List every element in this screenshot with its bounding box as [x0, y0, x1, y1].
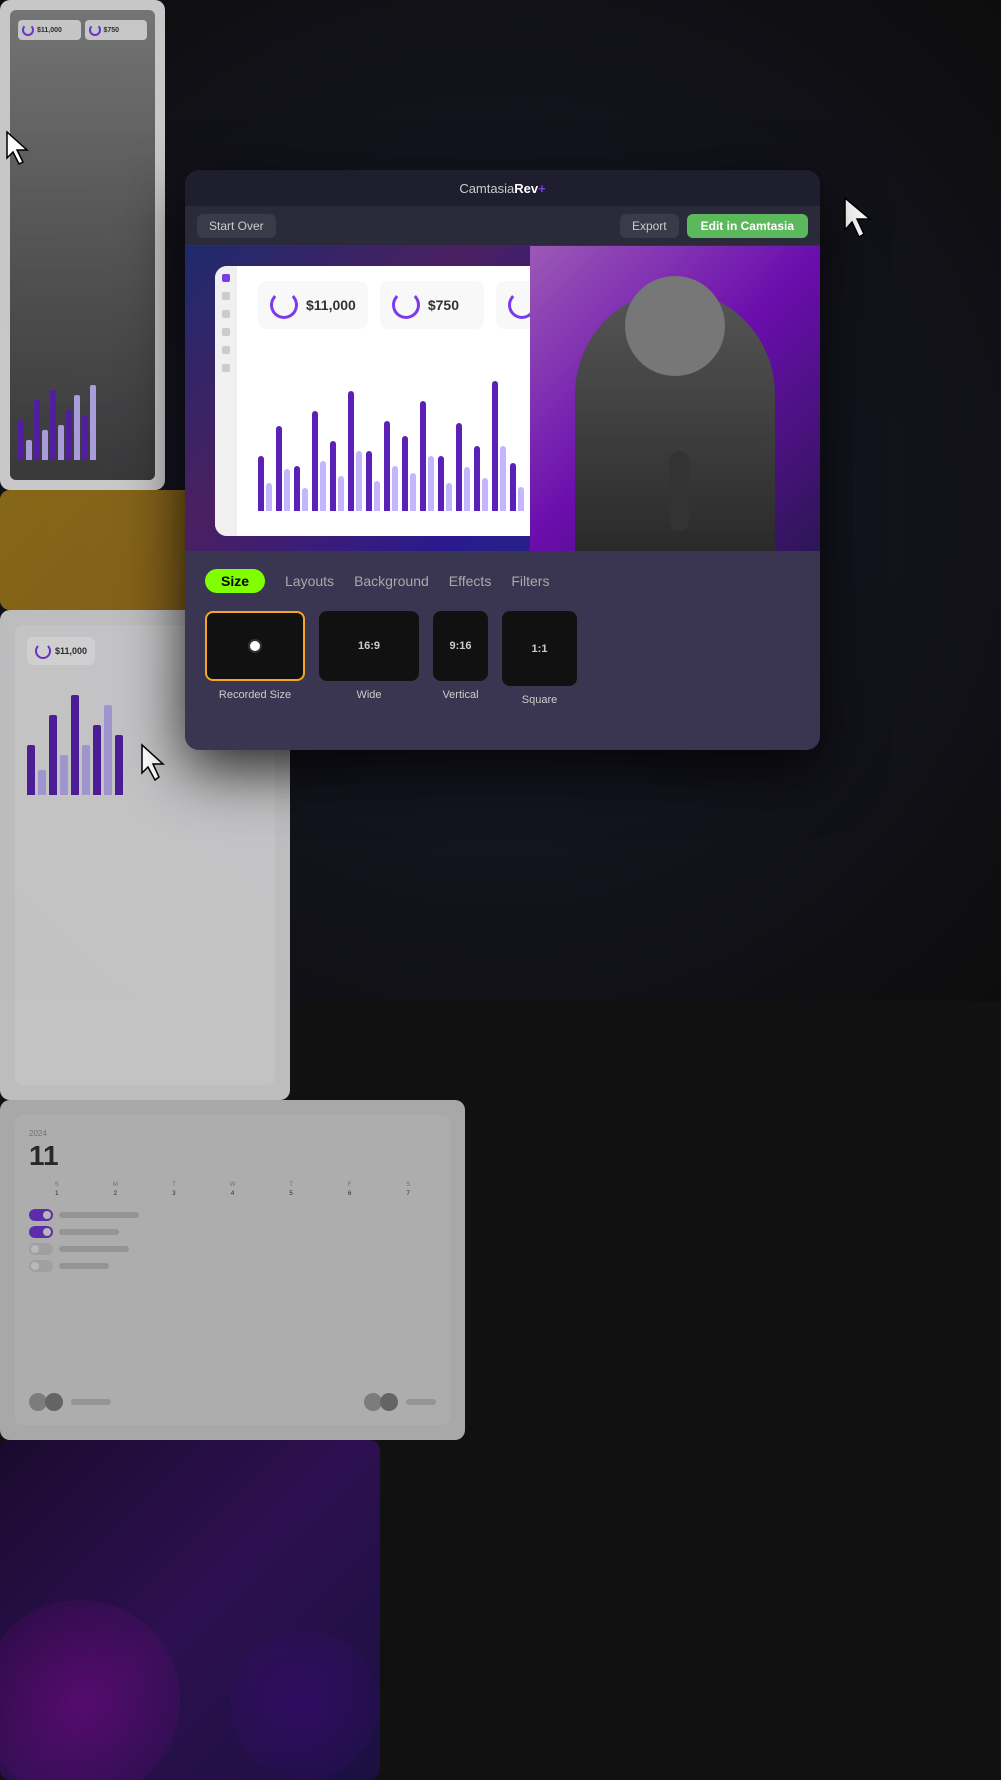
size-thumbnail-wide[interactable]: 16:9: [319, 611, 419, 681]
stat-ring-1: [270, 291, 298, 319]
cursor-arrow-top-left: [5, 130, 33, 171]
edit-in-camtasia-button[interactable]: Edit in Camtasia: [687, 214, 808, 238]
title-camtasia: Camtasia: [459, 181, 514, 196]
sidebar-icon-5: [222, 346, 230, 354]
size-ratio-vertical: 9:16: [449, 640, 471, 652]
bg-card-bottom-right: [0, 1440, 380, 1780]
stat-card-1: $11,000: [258, 281, 368, 329]
sidebar-icon-6: [222, 364, 230, 372]
tab-layouts[interactable]: Layouts: [285, 569, 334, 593]
tab-background[interactable]: Background: [354, 569, 429, 593]
sidebar-icon-home: [222, 274, 230, 282]
toolbar-right: Export Edit in Camtasia: [620, 214, 808, 238]
tab-size[interactable]: Size: [205, 569, 265, 593]
size-option-square[interactable]: 1:1 Square: [502, 611, 577, 706]
size-ratio-wide: 16:9: [358, 640, 380, 652]
main-window: CamtasiaRev+ Start Over Export Edit in C…: [185, 170, 820, 750]
size-thumbnail-recorded[interactable]: [205, 611, 305, 681]
size-option-vertical[interactable]: 9:16 Vertical: [433, 611, 488, 706]
size-label-vertical: Vertical: [442, 689, 478, 701]
controls-panel: Size Layouts Background Effects Filters …: [185, 551, 820, 750]
sidebar-icon-4: [222, 328, 230, 336]
preview-area: $11,000 $750: [185, 246, 820, 551]
size-thumbnail-square[interactable]: 1:1: [502, 611, 577, 686]
stat-ring-2: [392, 291, 420, 319]
tab-filters[interactable]: Filters: [511, 569, 549, 593]
size-ratio-square: 1:1: [532, 643, 548, 655]
toolbar: Start Over Export Edit in Camtasia: [185, 206, 820, 246]
start-over-button[interactable]: Start Over: [197, 214, 276, 238]
recorded-size-dot: [248, 639, 262, 653]
app-title: CamtasiaRev+: [459, 181, 545, 196]
bg-card-left: $11,000 $750: [0, 0, 165, 490]
cursor-arrow-bottom-left: [140, 743, 170, 786]
size-label-wide: Wide: [356, 689, 381, 701]
size-option-recorded[interactable]: Recorded Size: [205, 611, 305, 706]
tabs-row: Size Layouts Background Effects Filters: [205, 569, 800, 593]
size-option-wide[interactable]: 16:9 Wide: [319, 611, 419, 706]
title-plus: +: [538, 181, 546, 196]
sidebar-icon-2: [222, 292, 230, 300]
cursor-arrow-right: [842, 195, 876, 242]
preview-person-overlay: [530, 246, 820, 551]
stat-card-2: $750: [380, 281, 484, 329]
size-label-recorded: Recorded Size: [219, 689, 291, 701]
stat-value-1: $11,000: [306, 297, 356, 313]
preview-sidebar: [215, 266, 237, 536]
size-thumbnail-vertical[interactable]: 9:16: [433, 611, 488, 681]
tab-effects[interactable]: Effects: [449, 569, 492, 593]
bg-card-bottom-left: 2024 11 S M T W T F S 1 2 3 4 5 6 7: [0, 1100, 465, 1440]
size-options: Recorded Size 16:9 Wide 9:16 Vertical 1:…: [205, 611, 800, 706]
size-label-square: Square: [522, 694, 557, 706]
sidebar-icon-3: [222, 310, 230, 318]
title-rev: Rev: [514, 181, 538, 196]
stat-value-2: $750: [428, 297, 459, 313]
export-button[interactable]: Export: [620, 214, 679, 238]
title-bar: CamtasiaRev+: [185, 170, 820, 206]
